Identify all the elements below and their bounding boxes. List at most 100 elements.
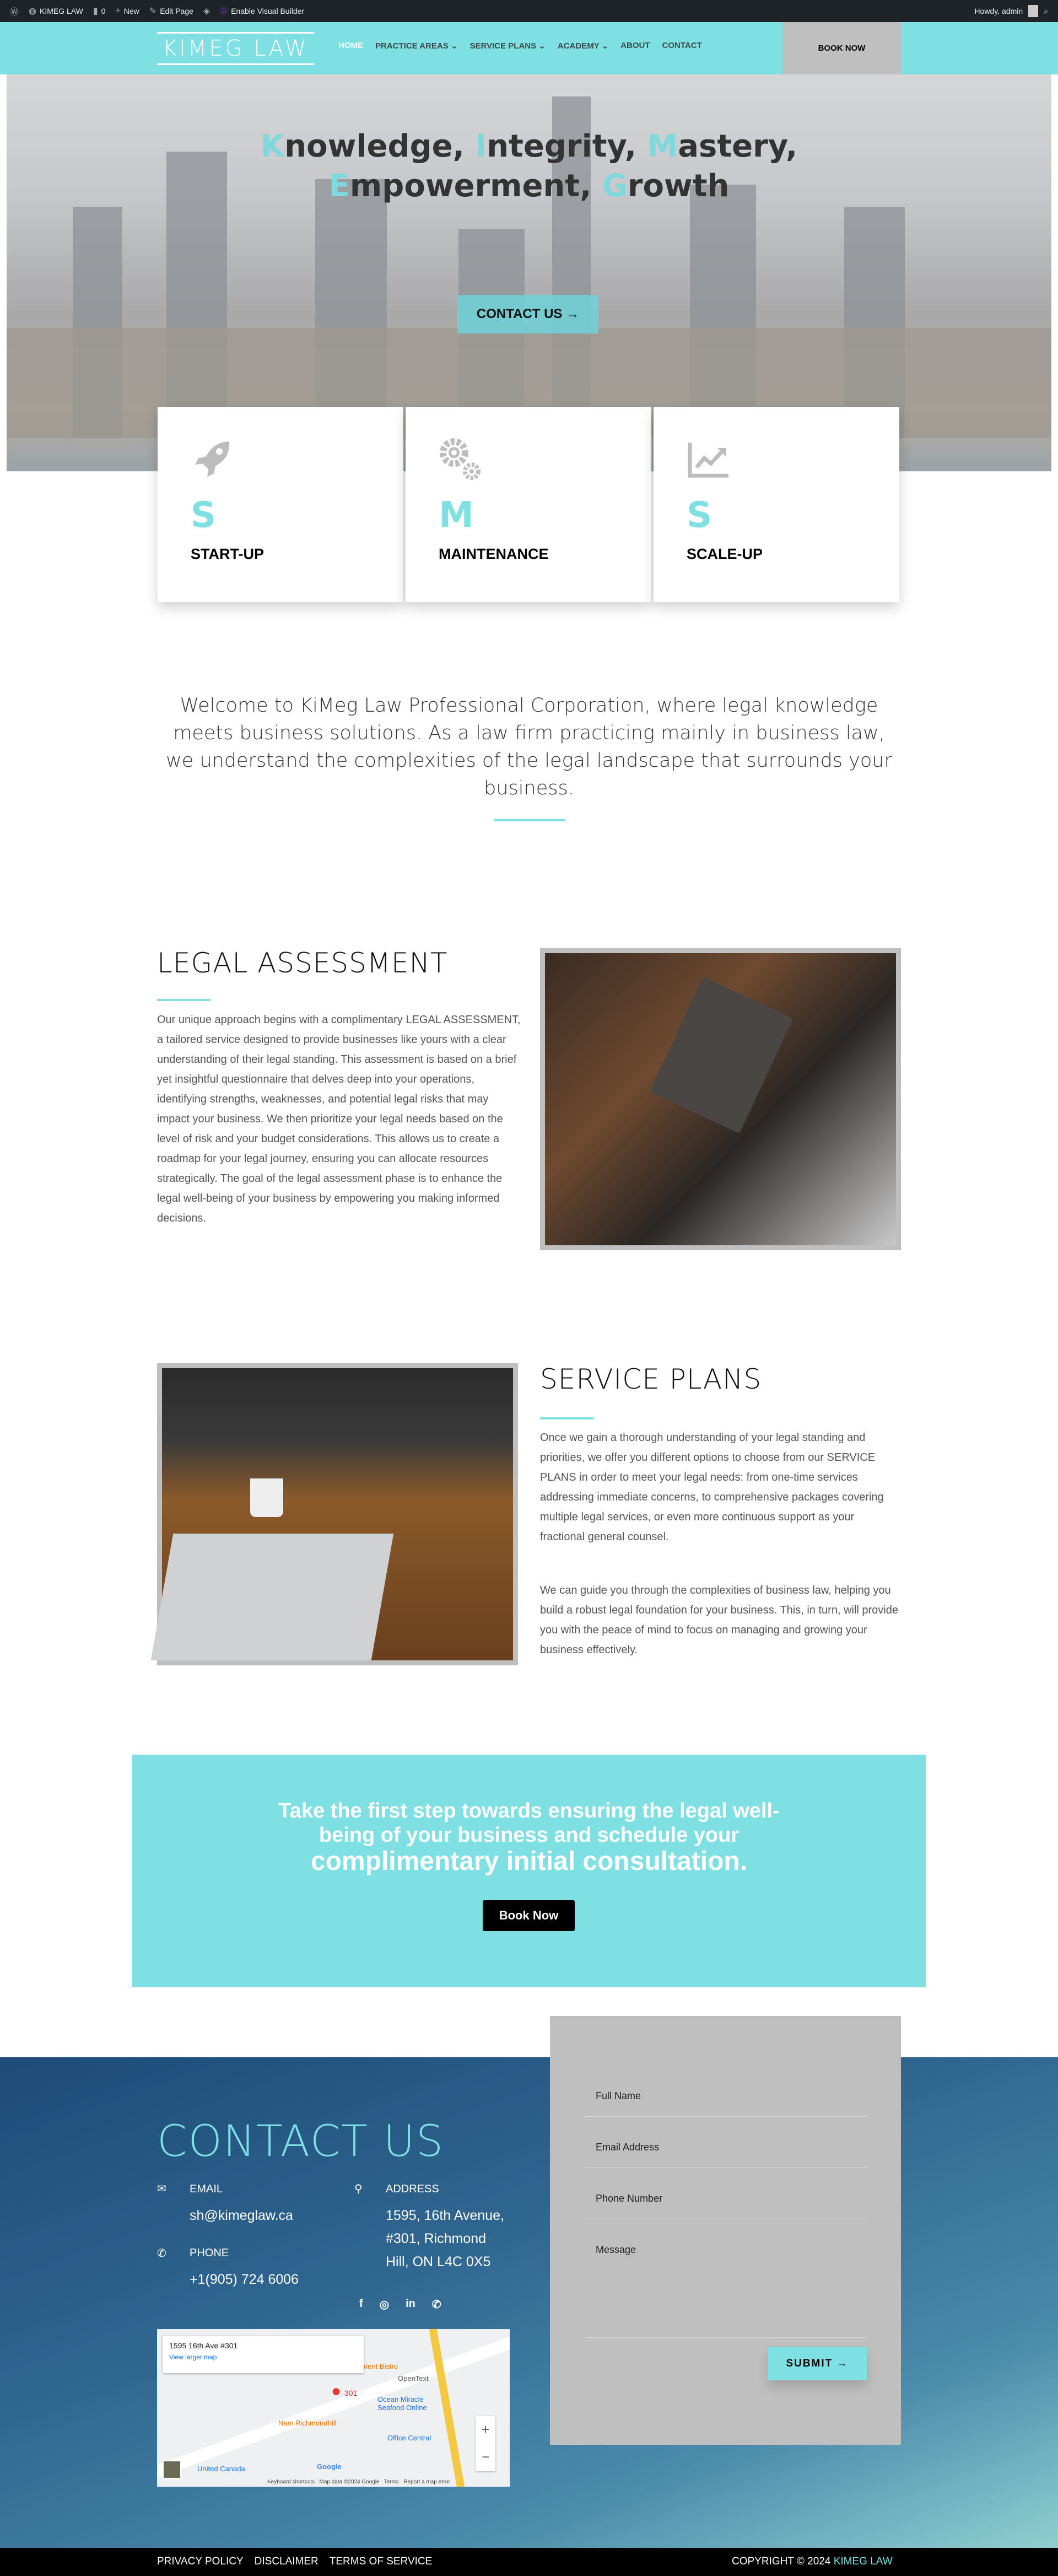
initial: M <box>647 128 678 164</box>
service-plans-title: SERVICE PLANS <box>540 1363 762 1395</box>
map-pin-icon: ⚲ <box>354 2183 363 2195</box>
dashboard-icon: ◍ <box>29 7 36 16</box>
admin-comments-link[interactable]: ▮ 0 <box>93 6 106 17</box>
initial: K <box>260 128 285 164</box>
plus-icon: + <box>115 6 121 15</box>
envelope-icon: ✉ <box>157 2183 166 2195</box>
admin-edit-link[interactable]: ✎ Edit Page <box>149 6 193 17</box>
desk-laptop-image <box>150 1363 518 1665</box>
card-label: MAINTENANCE <box>439 546 549 562</box>
card-label: START-UP <box>191 546 264 562</box>
map-label: OpenText <box>398 2374 429 2383</box>
contact-title: CONTACT US <box>157 2117 445 2166</box>
nav-service-plans[interactable]: SERVICE PLANS ⌄ <box>470 41 546 51</box>
cta-banner: Take the first step towards ensuring the… <box>132 1755 926 1987</box>
initial: I <box>475 128 487 164</box>
view-larger-map-link[interactable]: View larger map <box>169 2353 357 2361</box>
email-field[interactable]: Email Address <box>585 2142 867 2168</box>
map-attribution: Keyboard shortcuts Map data ©2024 Google… <box>267 2479 450 2485</box>
welcome-text: Welcome to KiMeg Law Professional Corpor… <box>166 695 892 799</box>
new-label: New <box>123 7 139 15</box>
zoom-in-button[interactable]: + <box>476 2416 495 2444</box>
book-now-button[interactable]: BOOK NOW <box>782 22 901 74</box>
admin-site-link[interactable]: ◍ KIMEG LAW <box>29 6 83 17</box>
nav-about[interactable]: ABOUT <box>620 41 650 51</box>
cta-book-now-button[interactable]: Book Now <box>483 1900 575 1931</box>
zoom-out-button[interactable]: − <box>476 2444 495 2471</box>
contact-us-button[interactable]: CONTACT US → <box>457 295 598 334</box>
nav-practice-areas[interactable]: PRACTICE AREAS ⌄ <box>375 41 458 51</box>
satellite-toggle[interactable] <box>163 2460 181 2479</box>
chart-growth-icon <box>688 443 728 478</box>
whatsapp-icon[interactable]: ✆ <box>432 2298 441 2311</box>
email-value[interactable]: sh@kimeglaw.ca <box>190 2204 293 2227</box>
nav-home[interactable]: HOME <box>338 41 363 51</box>
google-map[interactable]: 1595 16th Ave #301 View larger map ● 301… <box>157 2329 510 2487</box>
legal-assessment-text: Our unique approach begins with a compli… <box>157 1014 521 1224</box>
wordpress-icon[interactable]: Ⓦ <box>10 4 19 18</box>
headline-line-1: Knowledge, Integrity, Mastery, <box>0 127 1058 166</box>
card-scale-up[interactable]: S SCALE-UP <box>654 407 899 602</box>
visual-builder-link[interactable]: Ⓓ Enable Visual Builder <box>220 6 304 17</box>
word: nowledge, <box>284 128 476 164</box>
message-field[interactable]: Message <box>585 2244 867 2338</box>
instagram-icon[interactable]: ◎ <box>380 2298 389 2311</box>
diamond-icon[interactable]: ◈ <box>203 6 210 17</box>
facebook-icon[interactable]: f <box>359 2298 363 2311</box>
word: rowth <box>627 168 730 204</box>
social-links: f ◎ in ✆ <box>359 2298 441 2311</box>
nav-contact[interactable]: CONTACT <box>662 41 702 51</box>
phone-field[interactable]: Phone Number <box>585 2193 867 2219</box>
footer-bar: PRIVACY POLICY DISCLAIMER TERMS OF SERVI… <box>0 2548 1058 2576</box>
avatar[interactable] <box>1028 5 1039 17</box>
terms-link[interactable]: TERMS OF SERVICE <box>330 2556 433 2568</box>
main-nav: HOME PRACTICE AREAS ⌄ SERVICE PLANS ⌄ AC… <box>338 41 702 51</box>
map-label: Nam Richmondhill <box>278 2419 337 2427</box>
cta-text: Take the first step towards ensuring the… <box>132 1799 926 1876</box>
card-maintenance[interactable]: M MAINTENANCE <box>406 407 651 602</box>
site-header: KIMEG LAW HOME PRACTICE AREAS ⌄ SERVICE … <box>0 22 1058 74</box>
word: mpowerment, <box>349 168 602 204</box>
legal-assessment-divider <box>157 999 210 1001</box>
email-label: EMAIL <box>190 2183 223 2195</box>
cta-line-2: complimentary initial consultation. <box>310 1847 748 1876</box>
map-pin-label: 301 <box>344 2389 358 2397</box>
legal-assessment-title: LEGAL ASSESSMENT <box>157 947 448 979</box>
book-shape <box>649 976 794 1134</box>
card-start-up[interactable]: S START-UP <box>158 407 403 602</box>
address-label: ADDRESS <box>386 2183 439 2195</box>
phone-value[interactable]: +1(905) 724 6006 <box>190 2268 299 2291</box>
comment-count: 0 <box>101 7 106 15</box>
disclaimer-link[interactable]: DISCLAIMER <box>255 2556 319 2568</box>
card-letter: M <box>439 495 474 536</box>
submit-button[interactable]: SUBMIT → <box>768 2347 867 2380</box>
map-label: Ocean Miracle Seafood Online <box>377 2395 427 2412</box>
admin-bar: Ⓦ ◍ KIMEG LAW ▮ 0 + New ✎ Edit Page ◈ Ⓓ Enabl… <box>0 0 1058 22</box>
word: ntegrity, <box>487 128 647 164</box>
cta-line-1: Take the first step towards ensuring the… <box>278 1799 780 1847</box>
full-name-field[interactable]: Full Name <box>585 2090 867 2117</box>
search-icon[interactable]: ⌕ <box>1044 7 1048 16</box>
linkedin-icon[interactable]: in <box>406 2298 415 2311</box>
address-value: 1595, 16th Avenue, #301, Richmond Hill, … <box>386 2204 504 2273</box>
copyright-brand-link[interactable]: KIMEG LAW <box>834 2556 893 2567</box>
privacy-policy-link[interactable]: PRIVACY POLICY <box>157 2556 244 2568</box>
map-info-card: 1595 16th Ave #301 View larger map <box>163 2336 364 2373</box>
address-line: Hill, ON L4C 0X5 <box>386 2254 491 2270</box>
welcome-divider <box>494 819 565 821</box>
contact-form: Full Name Email Address Phone Number Mes… <box>550 2016 901 2445</box>
map-label: rient Bistro <box>364 2362 398 2370</box>
comment-icon: ▮ <box>93 7 98 16</box>
nav-academy[interactable]: ACADEMY ⌄ <box>558 41 608 51</box>
rocket-icon <box>195 442 230 477</box>
law-book-image <box>540 948 901 1250</box>
admin-new-link[interactable]: + New <box>115 6 139 16</box>
map-label: Office Central <box>387 2434 431 2442</box>
logo[interactable]: KIMEG LAW <box>157 32 314 65</box>
phone-label: PHONE <box>190 2247 229 2259</box>
laptop-shape <box>150 1534 394 1660</box>
admin-greeting[interactable]: Howdy, admin <box>974 7 1023 15</box>
card-letter: S <box>687 495 712 536</box>
phone-icon: ✆ <box>157 2247 166 2260</box>
map-pin-icon[interactable]: ● <box>331 2382 341 2401</box>
